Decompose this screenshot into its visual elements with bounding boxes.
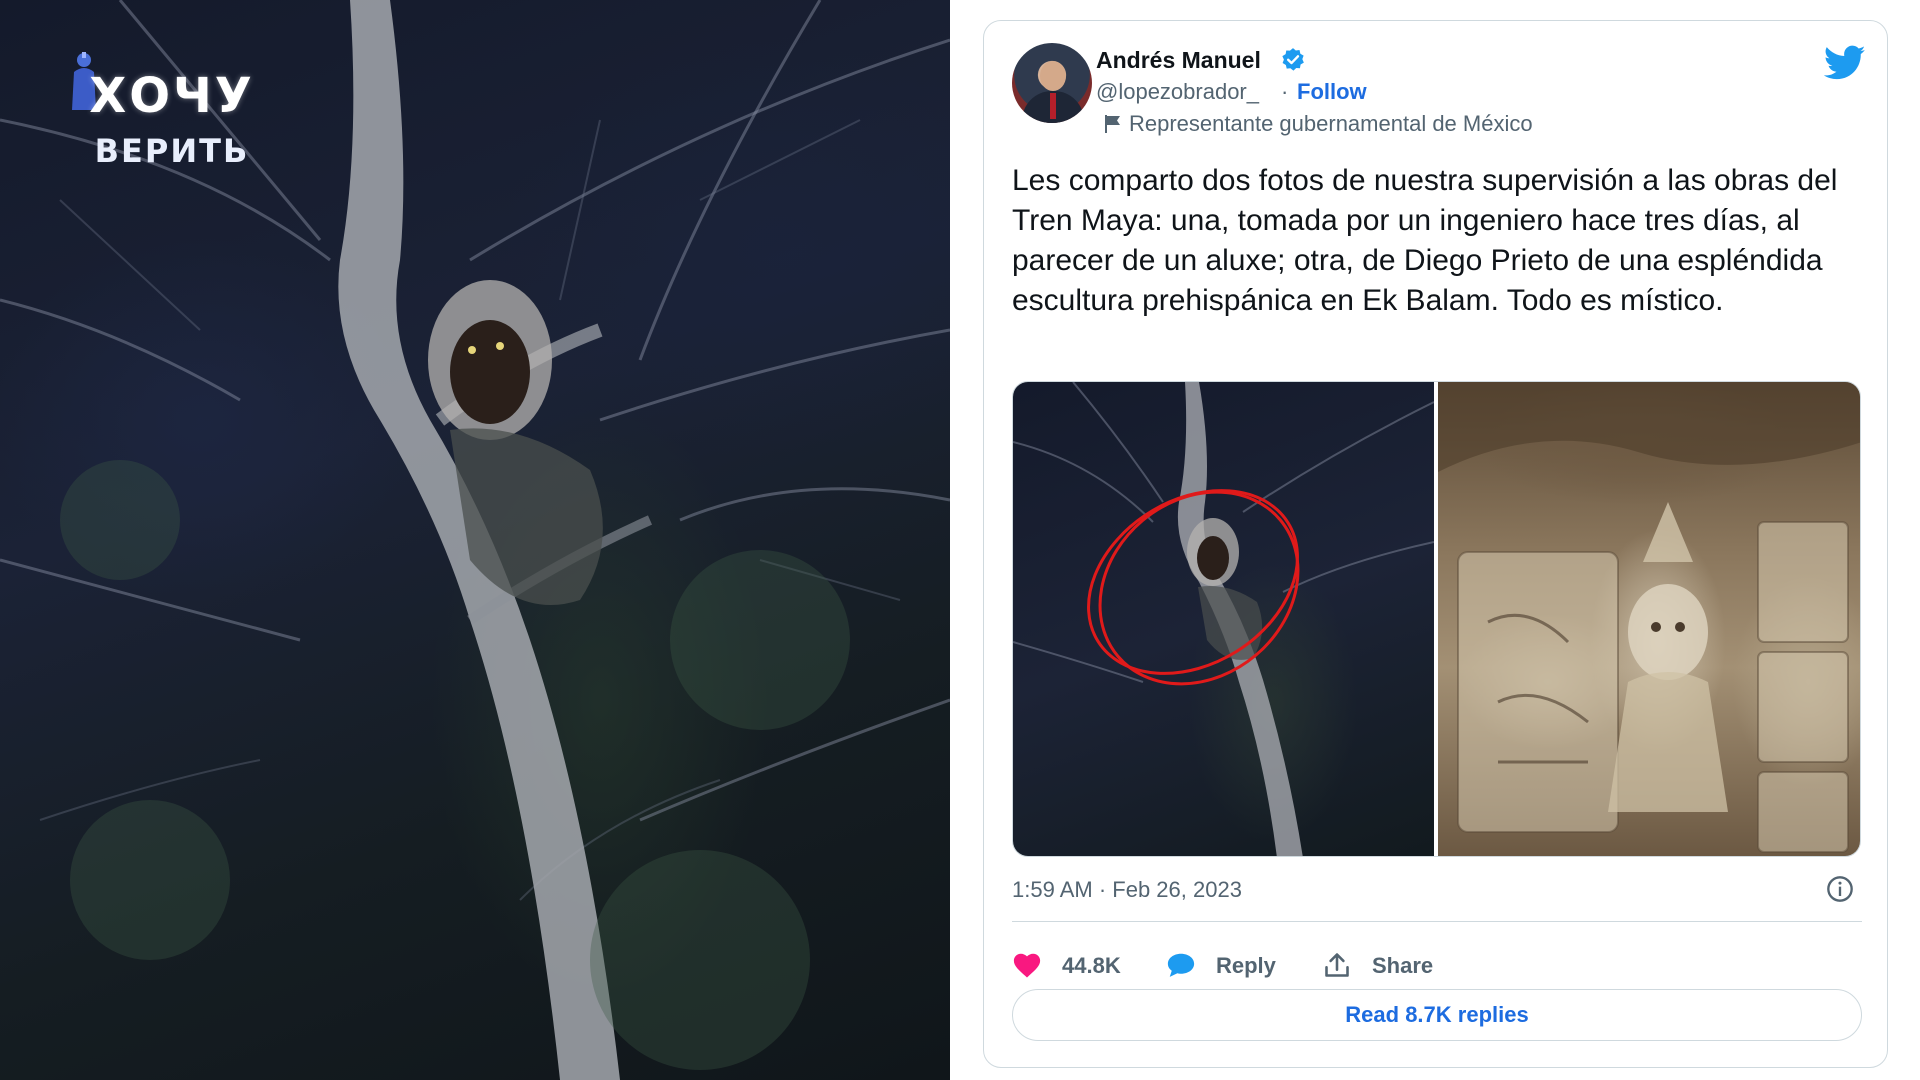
avatar[interactable] bbox=[1012, 43, 1092, 123]
tweet-media-grid bbox=[1012, 381, 1861, 857]
aluxe-photo-drawing bbox=[1013, 382, 1434, 856]
tweet-text: Les comparto dos fotos de nuestra superv… bbox=[1012, 164, 1838, 317]
avatar-tie bbox=[1050, 93, 1056, 119]
tweet-embed-card: Andrés Manuel @lopezobrador_ · Follow Re… bbox=[983, 20, 1888, 1068]
brand-subtitle: ВЕРИТЬ bbox=[94, 132, 250, 170]
author-name[interactable]: Andrés Manuel bbox=[1096, 47, 1261, 74]
night-tree-photo: ХОЧУ ВЕРИТЬ bbox=[0, 0, 950, 1080]
share-button[interactable]: Share bbox=[1322, 945, 1452, 985]
share-upload-icon bbox=[1325, 953, 1349, 977]
avatar-face bbox=[1040, 61, 1066, 91]
follow-button[interactable]: Follow bbox=[1297, 79, 1367, 105]
author-handle[interactable]: @lopezobrador_ bbox=[1096, 79, 1259, 105]
sculpture-photo-drawing bbox=[1438, 382, 1860, 853]
reply-button[interactable]: Reply bbox=[1166, 945, 1296, 985]
tweet-timestamp[interactable]: 1:59 AM · Feb 26, 2023 bbox=[1012, 877, 1242, 903]
handle-separator: · bbox=[1281, 79, 1289, 104]
heart-icon bbox=[1013, 953, 1041, 978]
info-icon[interactable] bbox=[1826, 875, 1854, 903]
brand-title: ХОЧУ bbox=[89, 68, 255, 124]
tweet-photo-aluxe[interactable] bbox=[1013, 382, 1434, 856]
reply-label: Reply bbox=[1216, 953, 1276, 978]
twitter-bird-icon[interactable] bbox=[1824, 45, 1866, 81]
like-count: 44.8K bbox=[1062, 953, 1121, 978]
share-label: Share bbox=[1372, 953, 1434, 978]
speech-bubble-icon bbox=[1167, 953, 1195, 977]
brand-watermark-logo: ХОЧУ ВЕРИТЬ bbox=[62, 50, 282, 180]
read-replies-button[interactable]: Read 8.7K replies bbox=[1012, 989, 1862, 1041]
flag-icon bbox=[1105, 115, 1120, 133]
tweet-photo-sculpture[interactable] bbox=[1438, 382, 1860, 856]
verified-badge-icon bbox=[1282, 48, 1304, 71]
like-button[interactable]: 44.8K bbox=[1012, 945, 1142, 985]
divider bbox=[1012, 921, 1862, 922]
account-type-label: Representante gubernamental de México bbox=[1129, 111, 1533, 136]
